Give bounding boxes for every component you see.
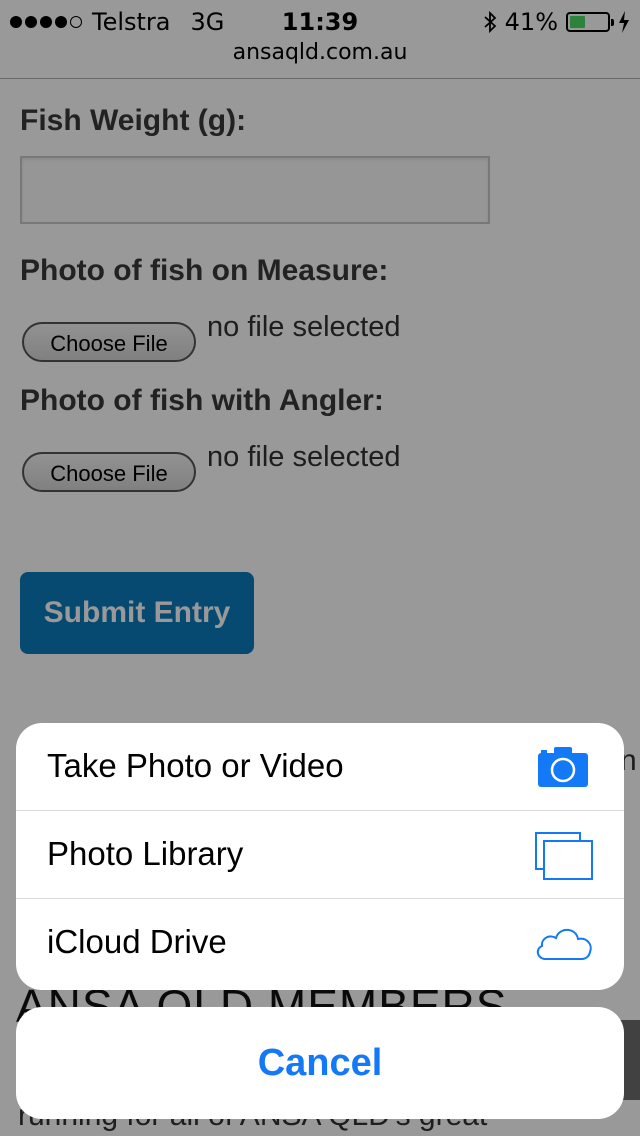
- photo-library-option[interactable]: Photo Library: [16, 811, 624, 899]
- cancel-button[interactable]: Cancel: [16, 1007, 624, 1119]
- icloud-drive-label: iCloud Drive: [47, 923, 227, 960]
- camera-icon: [538, 747, 588, 787]
- icloud-drive-option[interactable]: iCloud Drive: [16, 899, 624, 987]
- action-sheet: Take Photo or Video Photo Library iCloud…: [16, 723, 624, 990]
- take-photo-option[interactable]: Take Photo or Video: [16, 723, 624, 811]
- take-photo-label: Take Photo or Video: [47, 747, 344, 784]
- cloud-icon: [536, 928, 592, 960]
- photo-library-icon: [535, 832, 593, 880]
- photo-library-label: Photo Library: [47, 835, 244, 872]
